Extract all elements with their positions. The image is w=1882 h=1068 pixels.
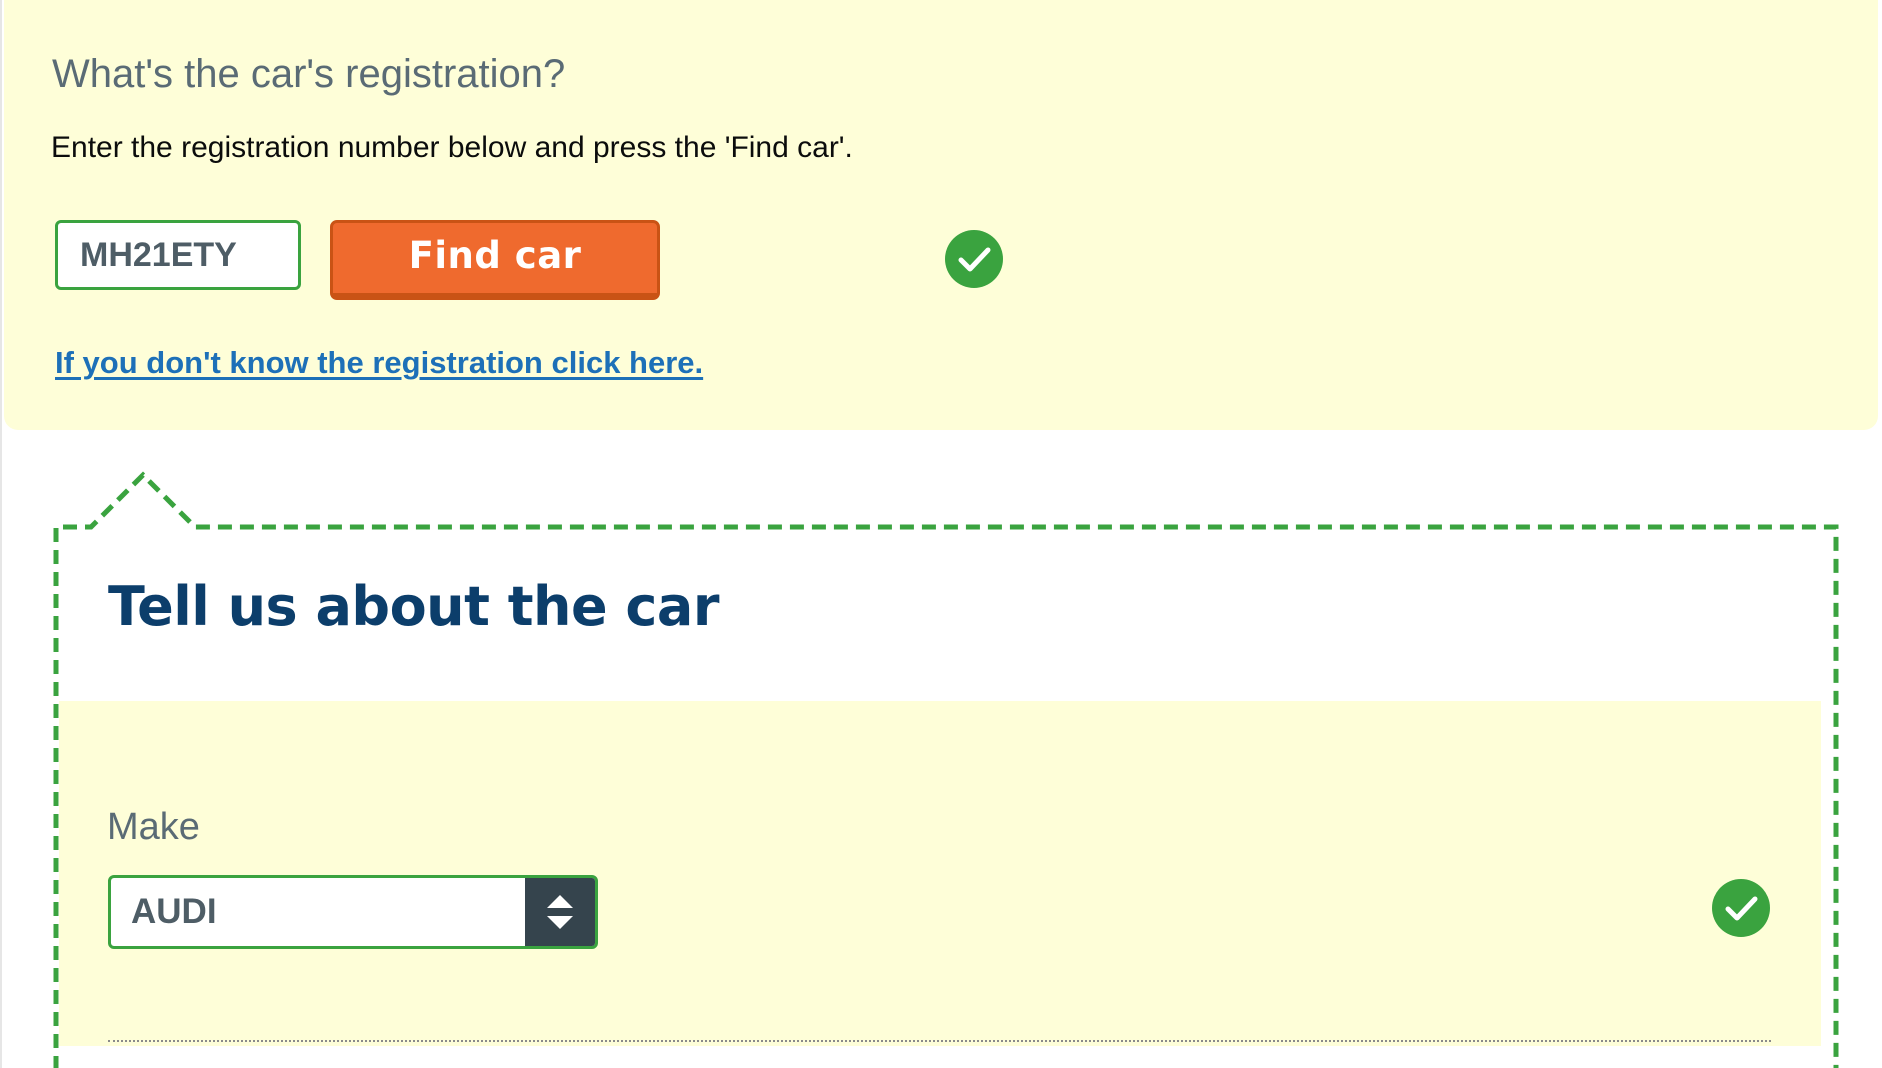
registration-input[interactable] bbox=[55, 220, 301, 290]
make-selected-value: AUDI bbox=[131, 892, 217, 931]
registration-panel: What's the car's registration? Enter the… bbox=[4, 0, 1878, 430]
make-panel: Make AUDI bbox=[59, 701, 1821, 1046]
registration-question: What's the car's registration? bbox=[52, 52, 566, 96]
car-details-title: Tell us about the car bbox=[108, 575, 720, 638]
car-details-section: Tell us about the car Make AUDI bbox=[0, 430, 1882, 1068]
check-circle-icon bbox=[1712, 879, 1770, 937]
select-arrows-icon bbox=[525, 878, 595, 946]
make-label: Make bbox=[107, 806, 200, 848]
unknown-registration-link[interactable]: If you don't know the registration click… bbox=[55, 345, 703, 381]
page: What's the car's registration? Enter the… bbox=[0, 0, 1882, 1068]
registration-instruction: Enter the registration number below and … bbox=[51, 131, 853, 164]
check-circle-icon bbox=[945, 230, 1003, 288]
make-divider bbox=[108, 1040, 1771, 1042]
find-car-button[interactable]: Find car bbox=[330, 220, 660, 300]
make-select[interactable]: AUDI bbox=[108, 875, 598, 949]
